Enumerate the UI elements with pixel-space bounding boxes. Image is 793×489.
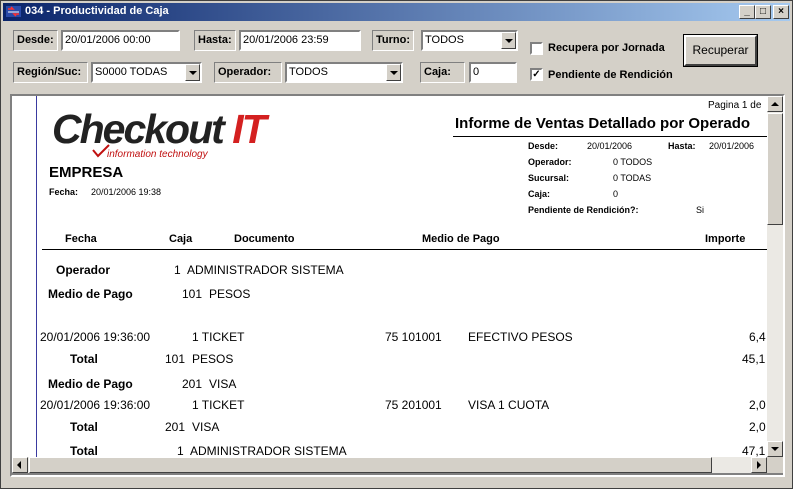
param-desde-value: 20/01/2006	[587, 141, 633, 151]
medio-group-name: VISA	[209, 377, 237, 391]
app-icon	[6, 6, 21, 17]
page-margin-line	[36, 96, 37, 457]
subtotal-value: 45,1	[742, 352, 766, 366]
chevron-down-icon[interactable]	[501, 32, 516, 49]
grand-total-num: 1	[177, 444, 184, 457]
row-fecha: 20/01/2006 19:36:00	[40, 398, 151, 412]
subtotal-name: VISA	[192, 420, 220, 434]
row-importe: 2,0	[749, 398, 766, 412]
param-caja-label: Caja:	[528, 189, 551, 199]
row-documento: 1 TICKET	[192, 398, 245, 412]
fecha-value: 20/01/2006 19:38	[91, 187, 162, 197]
row-medio: EFECTIVO PESOS	[468, 330, 573, 344]
company-name: EMPRESA	[49, 164, 124, 181]
row-codigo: 75 101001	[385, 330, 442, 344]
medio-group-num: 101	[182, 287, 203, 301]
subtotal-label: Total	[70, 420, 98, 434]
region-label: Región/Suc:	[13, 62, 88, 83]
col-fecha: Fecha	[65, 233, 97, 245]
row-medio: VISA 1 CUOTA	[468, 398, 550, 412]
recupera-jornada-checkbox[interactable]	[530, 42, 543, 55]
page-indicator: Pagina 1 de	[708, 100, 762, 111]
row-importe: 6,4	[749, 330, 766, 344]
param-desde-label: Desde:	[528, 141, 559, 151]
scroll-down-icon[interactable]	[767, 441, 783, 457]
vertical-scrollbar[interactable]	[767, 96, 783, 457]
param-operador-label: Operador:	[528, 157, 572, 167]
chevron-down-icon[interactable]	[386, 64, 401, 81]
fecha-label: Fecha:	[49, 187, 79, 197]
subtotal-num: 201	[165, 420, 186, 434]
minimize-button[interactable]: _	[739, 5, 755, 19]
resize-grip-icon[interactable]	[767, 457, 783, 473]
row-fecha: 20/01/2006 19:36:00	[40, 330, 151, 344]
row-documento: 1 TICKET	[192, 330, 245, 344]
param-pendiente-value: Si	[696, 205, 705, 215]
param-hasta-value: 20/01/2006	[709, 141, 755, 151]
param-operador-value: 0 TODOS	[613, 157, 653, 167]
turno-select[interactable]: TODOS	[421, 30, 518, 51]
operador-group-num: 1	[174, 263, 181, 277]
subtotal-label: Total	[70, 352, 98, 366]
logo-tagline: information technology	[107, 149, 208, 160]
turno-label: Turno:	[372, 30, 414, 51]
desde-label: Desde:	[13, 30, 58, 51]
maximize-button[interactable]: □	[755, 5, 771, 19]
scroll-left-icon[interactable]	[12, 457, 28, 473]
param-caja-value: 0	[613, 189, 619, 199]
col-caja: Caja	[169, 233, 193, 245]
hasta-input[interactable]: 20/01/2006 23:59	[239, 30, 361, 51]
param-hasta-label: Hasta:	[668, 141, 696, 151]
subtotal-num: 101	[165, 352, 186, 366]
region-select[interactable]: S0000 TODAS	[91, 62, 202, 83]
title-bar[interactable]: 034 - Productividad de Caja _ □ ×	[3, 3, 790, 21]
caja-label: Caja:	[420, 62, 465, 83]
col-documento: Documento	[234, 233, 295, 245]
title-underline	[453, 136, 767, 137]
medio-group-name: PESOS	[209, 287, 251, 301]
close-button[interactable]: ×	[773, 5, 789, 19]
vertical-scroll-thumb[interactable]	[767, 113, 783, 225]
header-rule	[42, 249, 767, 250]
scroll-right-icon[interactable]	[751, 457, 767, 473]
param-pendiente-label: Pendiente de Rendición?:	[528, 205, 639, 215]
chevron-down-icon[interactable]	[185, 64, 200, 81]
horizontal-scroll-thumb[interactable]	[29, 457, 712, 473]
medio-group-num: 201	[182, 377, 203, 391]
row-codigo: 75 201001	[385, 398, 442, 412]
horizontal-scrollbar[interactable]	[12, 457, 767, 473]
operador-select[interactable]: TODOS	[285, 62, 403, 83]
recuperar-button[interactable]: Recuperar	[683, 34, 758, 67]
window-title: 034 - Productividad de Caja	[25, 5, 169, 17]
medio-group-label: Medio de Pago	[48, 287, 133, 301]
report-viewer[interactable]: Pagina 1 de Checkout IT information tech…	[10, 94, 785, 477]
recupera-jornada-label: Recupera por Jornada	[548, 42, 665, 54]
col-importe: Importe	[705, 233, 746, 245]
grand-total-label: Total	[70, 444, 98, 457]
caja-input[interactable]: 0	[469, 62, 517, 83]
operador-value: TODOS	[289, 66, 328, 78]
operador-label: Operador:	[214, 62, 282, 83]
subtotal-name: PESOS	[192, 352, 234, 366]
grand-total-value: 47,1	[742, 444, 766, 457]
pendiente-checkbox[interactable]: ✓	[530, 68, 543, 81]
param-sucursal-value: 0 TODAS	[613, 173, 652, 183]
grand-total-name: ADMINISTRADOR SISTEMA	[190, 444, 347, 457]
operador-group-label: Operador	[56, 263, 111, 277]
company-logo: Checkout IT	[52, 106, 267, 152]
report-page: Pagina 1 de Checkout IT information tech…	[12, 96, 767, 457]
param-sucursal-label: Sucursal:	[528, 173, 570, 183]
operador-group-name: ADMINISTRADOR SISTEMA	[187, 263, 344, 277]
productividad-caja-window: 034 - Productividad de Caja _ □ × Desde:…	[0, 0, 793, 489]
report-title: Informe de Ventas Detallado por Operado	[455, 115, 751, 132]
hasta-label: Hasta:	[194, 30, 236, 51]
medio-group-label: Medio de Pago	[48, 377, 133, 391]
desde-input[interactable]: 20/01/2006 00:00	[61, 30, 180, 51]
subtotal-value: 2,0	[749, 420, 766, 434]
scroll-up-icon[interactable]	[767, 96, 783, 112]
turno-value: TODOS	[425, 34, 464, 46]
region-value: S0000 TODAS	[95, 66, 168, 78]
pendiente-label: Pendiente de Rendición	[548, 69, 673, 81]
col-medio-pago: Medio de Pago	[422, 233, 500, 245]
